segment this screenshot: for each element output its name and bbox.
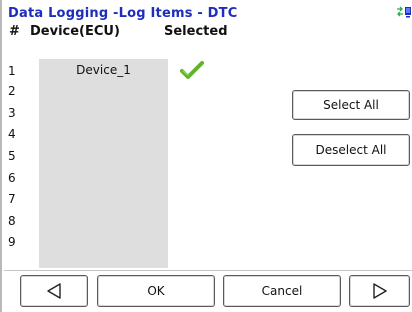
row-number: 4	[8, 127, 16, 141]
column-header-selected: Selected	[164, 24, 228, 39]
footer-divider	[4, 270, 412, 271]
right-triangle-icon	[372, 283, 387, 299]
row-number: 5	[8, 149, 16, 163]
row-number: 3	[8, 106, 16, 120]
checkmark-icon[interactable]	[180, 60, 204, 80]
row-number: 1	[8, 64, 16, 78]
select-all-button[interactable]: Select All	[292, 90, 410, 120]
next-button[interactable]	[349, 275, 410, 307]
device-item[interactable]: Device_1	[39, 63, 168, 77]
row-number: 9	[8, 235, 16, 249]
row-number: 2	[8, 84, 16, 98]
cancel-button[interactable]: Cancel	[223, 275, 341, 307]
connection-status-icon	[397, 6, 411, 18]
device-list[interactable]	[39, 59, 168, 268]
row-number: 6	[8, 171, 16, 185]
row-number: 7	[8, 192, 16, 206]
page-title: Data Logging -Log Items - DTC	[8, 6, 238, 21]
column-header-device: Device(ECU)	[30, 24, 120, 39]
deselect-all-button[interactable]: Deselect All	[292, 134, 410, 166]
previous-button[interactable]	[20, 275, 88, 307]
row-number: 8	[8, 214, 16, 228]
column-header-number: #	[9, 24, 20, 39]
screen-frame: Data Logging -Log Items - DTC # Device(E…	[0, 0, 412, 312]
left-triangle-icon	[47, 283, 61, 299]
ok-button[interactable]: OK	[97, 275, 215, 307]
